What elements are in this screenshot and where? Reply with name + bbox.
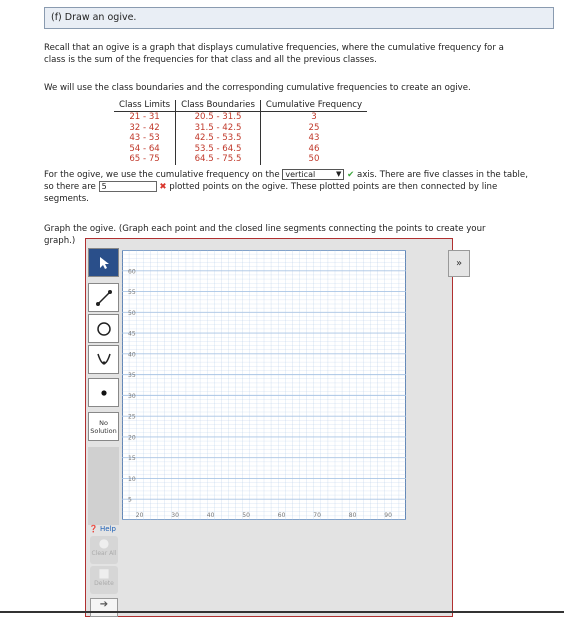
- circle-tool-button[interactable]: [88, 314, 119, 343]
- y-tick-label: 60: [128, 268, 136, 275]
- y-tick-label: 45: [128, 331, 136, 338]
- line-segment-tool-button[interactable]: [88, 283, 119, 312]
- chevron-down-icon: ▼: [335, 170, 342, 178]
- cell-limit: 65 - 75: [114, 154, 177, 165]
- y-tick-label: 5: [128, 497, 132, 504]
- y-tick-label: 20: [128, 434, 136, 441]
- move-tool-button[interactable]: ➔: [90, 598, 118, 617]
- y-tick-label: 15: [128, 455, 136, 462]
- axis-select[interactable]: vertical ▼: [282, 169, 345, 180]
- cell-cumfreq: 46: [308, 143, 320, 154]
- cell-cumfreq: 50: [308, 154, 320, 165]
- parabola-tool-button[interactable]: [88, 345, 119, 374]
- parabola-icon: [96, 353, 111, 365]
- table-header-row: Class Limits Class Boundaries Cumulative…: [114, 100, 368, 112]
- x-tick-label: 30: [171, 512, 179, 519]
- x-tick-label: 80: [349, 512, 357, 519]
- table-row: 21 - 31 20.5 - 31.5 3: [114, 111, 367, 123]
- help-icon: ❓: [89, 525, 98, 533]
- x-tick-label: 50: [242, 512, 250, 519]
- cell-limit: 43 - 53: [114, 133, 177, 144]
- toolbar-spacer: [88, 447, 119, 525]
- cell-boundary: 42.5 - 53.5: [175, 133, 261, 144]
- page-bottom-border: [0, 611, 564, 613]
- axis-select-value: vertical: [285, 170, 316, 179]
- pointer-tool-button[interactable]: [88, 248, 119, 277]
- expand-button[interactable]: »: [448, 250, 470, 277]
- cursor-arrow-icon: [99, 256, 109, 269]
- x-tick-label: 90: [384, 512, 392, 519]
- ogive-definition: Recall that an ogive is a graph that dis…: [44, 43, 504, 65]
- y-tick-label: 40: [128, 351, 136, 358]
- cell-cumfreq: 3: [311, 112, 317, 122]
- delete-button[interactable]: ■ Delete: [90, 566, 118, 594]
- clear-all-button[interactable]: ● Clear All: [90, 536, 118, 564]
- help-link[interactable]: ❓ Help: [89, 525, 116, 533]
- no-solution-button[interactable]: No Solution: [88, 412, 119, 441]
- frequency-table: Class Limits Class Boundaries Cumulative…: [114, 100, 368, 165]
- graph-area[interactable]: 60 55 50 45 40 35 30 25 20 15 10 5 20 30 40 50 60 70 80 90: [121, 249, 407, 521]
- points-count-input[interactable]: 5: [98, 181, 157, 192]
- table-row: 32 - 42 31.5 - 42.5 25: [114, 122, 367, 134]
- axis-sentence: For the ogive, we use the cumulative fre…: [44, 169, 534, 205]
- move-icon: ➔: [99, 599, 109, 610]
- header-cumulative-frequency: Cumulative Frequency: [260, 100, 368, 112]
- clear-icon: ●: [98, 536, 110, 550]
- cell-limit: 21 - 31: [114, 111, 177, 123]
- sentence-part1: For the ogive, we use the cumulative fre…: [44, 170, 280, 180]
- point-icon: [100, 389, 107, 396]
- delete-label: Delete: [94, 580, 114, 587]
- y-tick-label: 30: [128, 393, 136, 400]
- cell-boundary: 53.5 - 64.5: [175, 143, 261, 155]
- trash-icon: ■: [98, 566, 110, 580]
- circle-icon: [96, 321, 111, 336]
- cell-boundary: 64.5 - 75.5: [175, 154, 261, 165]
- y-tick-label: 25: [128, 414, 136, 421]
- x-tick-label: 70: [313, 512, 321, 519]
- graph-svg[interactable]: 60 55 50 45 40 35 30 25 20 15 10 5 20 30 40 50 60 70 80 90: [121, 249, 407, 521]
- y-tick-label: 50: [128, 310, 136, 317]
- cell-boundary: 31.5 - 42.5: [175, 122, 261, 134]
- x-tick-label: 40: [207, 512, 215, 519]
- cell-boundary: 20.5 - 31.5: [175, 111, 261, 123]
- clear-all-label: Clear All: [91, 550, 117, 557]
- header-class-boundaries: Class Boundaries: [175, 100, 261, 112]
- incorrect-icon: ✖: [159, 182, 167, 192]
- point-tool-button[interactable]: [88, 378, 119, 407]
- cell-limit: 32 - 42: [114, 122, 177, 134]
- cell-cumfreq: 43: [308, 133, 320, 144]
- table-row: 43 - 53 42.5 - 53.5 43: [114, 133, 367, 144]
- help-label: Help: [99, 525, 116, 533]
- y-tick-label: 55: [128, 289, 136, 296]
- check-icon: ✔: [347, 170, 355, 180]
- ogive-intro: We will use the class boundaries and the…: [44, 83, 471, 93]
- table-row: 65 - 75 64.5 - 75.5 50: [114, 154, 367, 165]
- y-tick-label: 35: [128, 372, 136, 379]
- double-chevron-icon: »: [455, 258, 463, 269]
- x-tick-label: 20: [136, 512, 144, 519]
- points-count-value: 5: [101, 182, 107, 191]
- part-header: (f) Draw an ogive.: [44, 7, 554, 29]
- no-solution-label: No Solution: [90, 418, 117, 435]
- cell-cumfreq: 25: [308, 122, 320, 133]
- x-tick-label: 60: [278, 512, 286, 519]
- header-class-limits: Class Limits: [114, 100, 177, 112]
- line-segment-icon: [95, 289, 112, 306]
- y-tick-label: 10: [128, 476, 136, 483]
- cell-limit: 54 - 64: [114, 143, 177, 155]
- table-row: 54 - 64 53.5 - 64.5 46: [114, 143, 367, 155]
- part-label: (f) Draw an ogive.: [51, 12, 137, 23]
